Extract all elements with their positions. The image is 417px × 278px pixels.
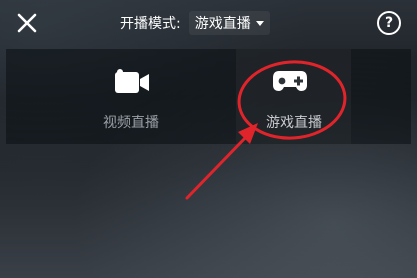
annotation-arrow-shaft bbox=[185, 134, 249, 200]
video-camera-icon bbox=[115, 69, 149, 93]
close-button[interactable] bbox=[14, 10, 40, 36]
question-icon: ? bbox=[384, 15, 394, 31]
close-icon bbox=[17, 13, 37, 33]
mode-dropdown[interactable]: 游戏直播 bbox=[188, 11, 270, 35]
option-video-live[interactable]: 视频直播 bbox=[61, 49, 211, 144]
help-button[interactable]: ? bbox=[377, 11, 401, 35]
option-game-live[interactable]: 游戏直播 bbox=[206, 49, 356, 144]
mode-label: 开播模式: bbox=[120, 16, 181, 32]
mode-value: 游戏直播 bbox=[194, 16, 251, 32]
broadcast-mode: 开播模式: 游戏直播 bbox=[120, 11, 270, 35]
option-game-label: 游戏直播 bbox=[266, 115, 322, 131]
chevron-down-icon bbox=[255, 20, 264, 26]
live-mode-screen: 开播模式: 游戏直播 ? 视频直播 游戏直播 bbox=[0, 0, 417, 278]
gamepad-icon bbox=[273, 71, 307, 91]
top-bar: 开播模式: 游戏直播 ? bbox=[0, 0, 417, 45]
option-video-label: 视频直播 bbox=[103, 115, 159, 131]
mode-options-panel: 视频直播 游戏直播 bbox=[6, 49, 411, 144]
